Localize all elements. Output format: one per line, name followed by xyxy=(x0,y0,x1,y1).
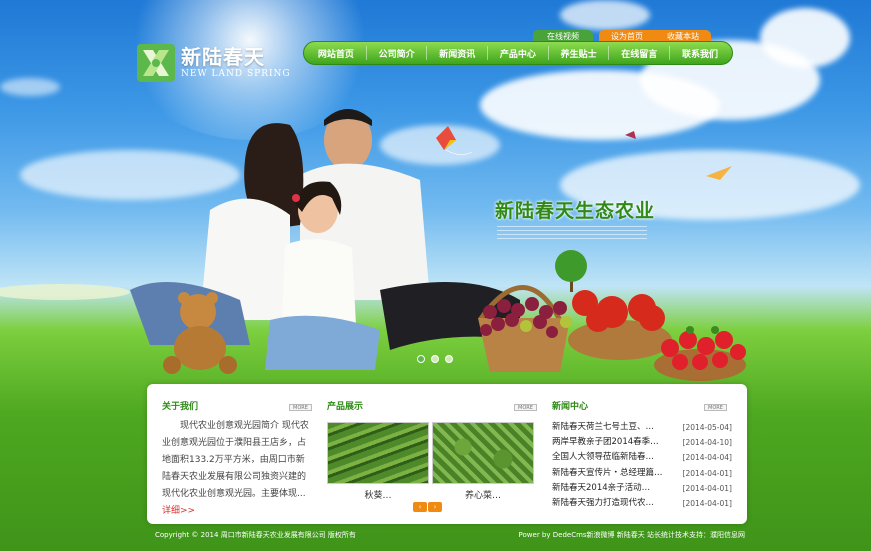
slider-dot[interactable] xyxy=(417,355,425,363)
product-card[interactable]: 养心菜… xyxy=(432,422,534,501)
news-title: 新闻中心 xyxy=(552,402,589,412)
footer-copyright: Copyright © 2014 周口市新陆春天农业发展有限公司 版权所有 xyxy=(155,531,356,539)
fruit-basket-icon xyxy=(568,290,672,360)
product-card[interactable]: 秋葵… xyxy=(327,422,429,501)
list-item[interactable]: 新陆春天宣传片・总经理篇… [2014-04-01] xyxy=(552,466,732,481)
list-item[interactable]: 新陆春天2014亲子活动… [2014-04-01] xyxy=(552,481,732,496)
product-caption[interactable]: 秋葵… xyxy=(327,488,429,501)
banner-subtext xyxy=(497,226,647,242)
news-item-date: [2014-04-10] xyxy=(682,438,732,448)
about-more-button[interactable]: MORE xyxy=(289,404,312,411)
news-item-date: [2014-04-01] xyxy=(682,498,732,508)
news-item-title[interactable]: 全国人大领导莅临新陆春… xyxy=(552,450,654,465)
news-item-date: [2014-04-04] xyxy=(682,453,732,463)
about-body: 现代农业创意观光园简介 现代农业创意观光园位于濮阳县王店乡，占地面积133.2万… xyxy=(162,421,309,499)
products-more-button[interactable]: MORE xyxy=(514,404,537,411)
about-title: 关于我们 xyxy=(162,402,199,412)
product-caption[interactable]: 养心菜… xyxy=(432,488,534,501)
kite-icon xyxy=(625,131,636,139)
slider-dots xyxy=(417,355,453,363)
news-item-title[interactable]: 两岸早教亲子团2014春季… xyxy=(552,435,659,450)
banner-slogan: 新陆春天生态农业 xyxy=(495,200,656,222)
news-item-title[interactable]: 新陆春天荷兰七号土豆、… xyxy=(552,420,654,435)
about-text: 现代农业创意观光园简介 现代农业创意观光园位于濮阳县王店乡，占地面积133.2万… xyxy=(162,418,310,520)
slider-dot[interactable] xyxy=(445,355,453,363)
news-item-title[interactable]: 新陆春天强力打造现代农… xyxy=(552,496,654,511)
about-detail-link[interactable]: 详细>> xyxy=(162,506,195,516)
news-item-date: [2014-04-01] xyxy=(682,483,732,493)
product-carousel-arrows: ‹ › xyxy=(413,502,442,512)
content-panel: 关于我们 MORE 现代农业创意观光园简介 现代农业创意观光园位于濮阳县王店乡，… xyxy=(147,384,747,524)
kite-icon xyxy=(706,166,732,180)
products-title: 产品展示 xyxy=(327,402,364,412)
news-item-title[interactable]: 新陆春天宣传片・总经理篇… xyxy=(552,466,663,481)
kite-icon xyxy=(436,126,473,155)
news-item-date: [2014-05-04] xyxy=(682,423,732,432)
product-image-okra[interactable] xyxy=(327,422,429,484)
prev-arrow-icon[interactable]: ‹ xyxy=(413,502,427,512)
news-list: 新陆春天荷兰七号土豆、… [2014-05-04] 两岸早教亲子团2014春季… [… xyxy=(552,420,732,511)
news-item-date: [2014-04-01] xyxy=(682,468,732,478)
list-item[interactable]: 新陆春天强力打造现代农… [2014-04-01] xyxy=(552,496,732,511)
news-item-title[interactable]: 新陆春天2014亲子活动… xyxy=(552,481,650,496)
footer-credits[interactable]: Power by DedeCms新浪微博 新陆春天 站长统计技术支持：濮阳信息网 xyxy=(519,530,745,540)
list-item[interactable]: 两岸早教亲子团2014春季… [2014-04-10] xyxy=(552,435,732,450)
tree-icon xyxy=(555,250,587,292)
family-illustration xyxy=(130,109,520,374)
list-item[interactable]: 新陆春天荷兰七号土豆、… [2014-05-04] xyxy=(552,420,732,435)
news-more-button[interactable]: MORE xyxy=(704,404,727,411)
list-item[interactable]: 全国人大领导莅临新陆春… [2014-04-04] xyxy=(552,450,732,465)
product-image-heart-vegetable[interactable] xyxy=(432,422,534,484)
slider-dot[interactable] xyxy=(431,355,439,363)
next-arrow-icon[interactable]: › xyxy=(428,502,442,512)
